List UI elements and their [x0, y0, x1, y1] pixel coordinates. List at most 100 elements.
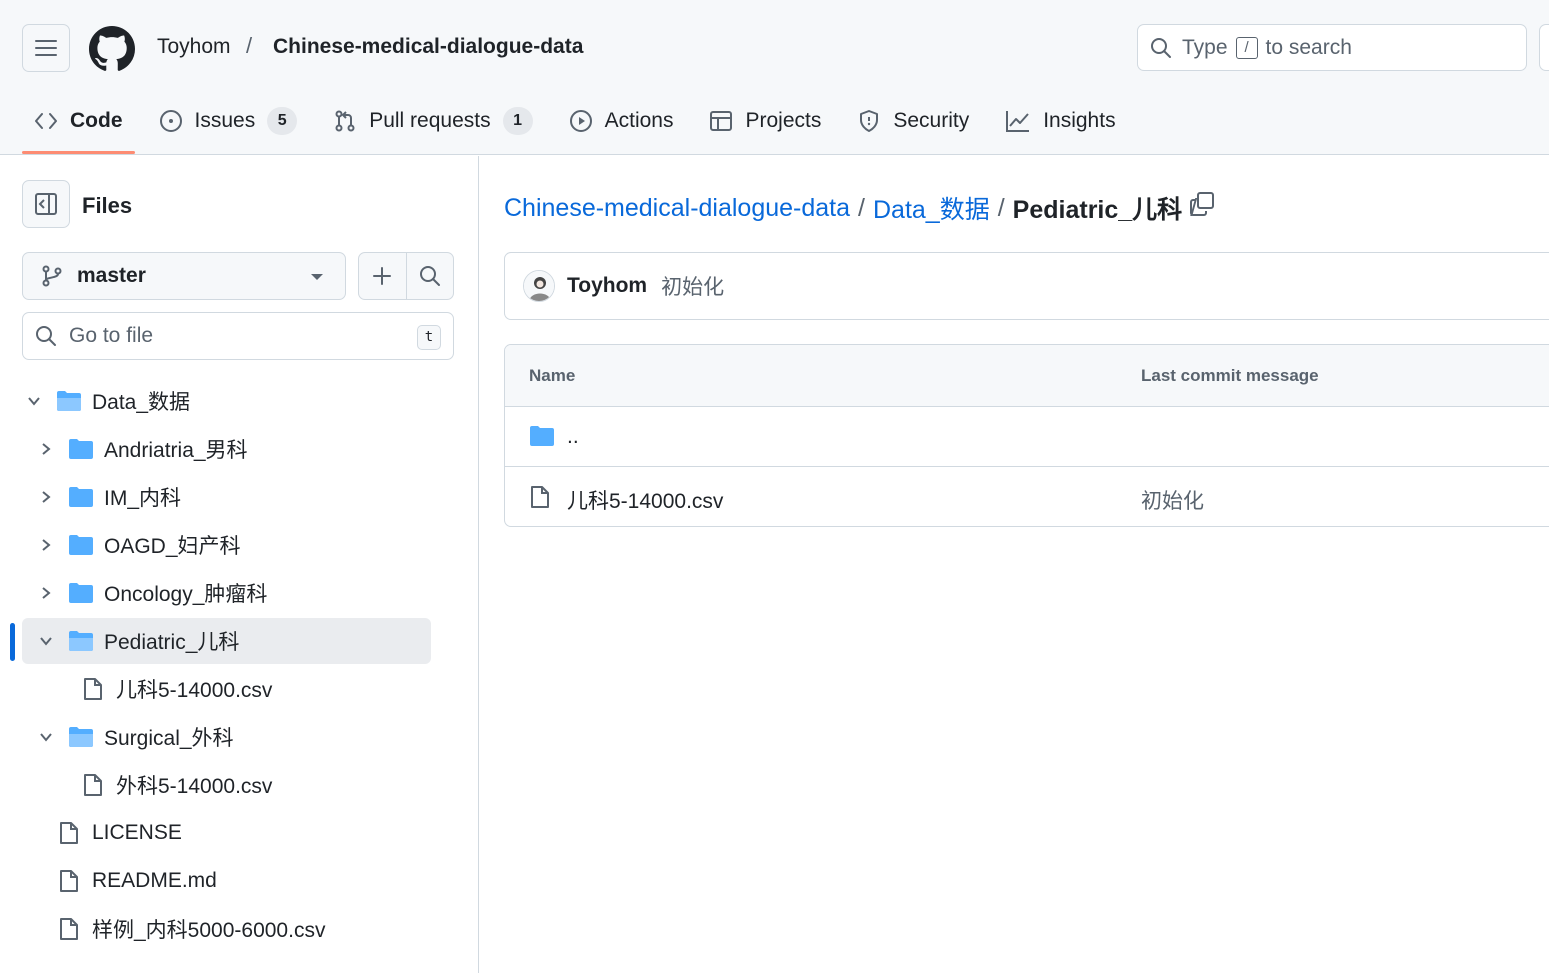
repo-name-link[interactable]: Chinese-medical-dialogue-data [273, 35, 583, 59]
tab-projects[interactable]: Projects [697, 96, 833, 146]
commit-author-link[interactable]: Toyhom [567, 274, 647, 298]
sidebar-collapse-icon [35, 193, 57, 215]
code-icon [35, 113, 57, 129]
branch-selector[interactable]: master [22, 252, 346, 300]
plus-icon [373, 267, 392, 285]
issue-icon [159, 110, 182, 132]
table-row[interactable]: .. [505, 407, 1549, 467]
breadcrumb-repo-link[interactable]: Chinese-medical-dialogue-data [504, 194, 850, 223]
chevron-right-icon[interactable] [34, 533, 58, 557]
tree-item-oagd[interactable]: OAGD_妇产科 [22, 522, 431, 568]
file-icon [529, 485, 551, 515]
tree-item-surgical-csv[interactable]: 外科5-14000.csv [22, 762, 431, 808]
folder-icon [68, 437, 94, 461]
folder-icon [529, 425, 555, 453]
chevron-right-icon[interactable] [34, 581, 58, 605]
collapse-sidebar-button[interactable] [22, 180, 70, 228]
tree-item-data[interactable]: Data_数据 [22, 378, 431, 424]
add-file-button[interactable] [359, 253, 406, 299]
tree-item-oncology[interactable]: Oncology_肿瘤科 [22, 570, 431, 616]
tab-pull-requests-label: Pull requests [369, 109, 491, 132]
chevron-right-icon[interactable] [34, 437, 58, 461]
table-row[interactable]: 儿科5-14000.csv 初始化 [505, 467, 1549, 526]
commit-message-link[interactable]: 初始化 [661, 271, 724, 301]
breadcrumb-separator: / [858, 193, 865, 222]
play-icon [569, 110, 592, 132]
tab-pull-requests[interactable]: Pull requests 1 [321, 96, 544, 146]
pull-request-icon [335, 110, 355, 132]
tree-item-label: OAGD_妇产科 [104, 535, 241, 558]
tab-insights-label: Insights [1043, 109, 1116, 132]
file-name-link[interactable]: 儿科5-14000.csv [567, 485, 723, 515]
breadcrumb-data-link[interactable]: Data_数据 [873, 190, 990, 226]
menu-button[interactable] [22, 24, 70, 72]
file-table: Name Last commit message .. 儿科5-14000.cs… [504, 344, 1549, 527]
tree-item-label: Surgical_外科 [104, 727, 234, 750]
search-files-button[interactable] [405, 253, 453, 299]
file-icon [56, 869, 82, 893]
issues-count-badge: 5 [267, 107, 298, 135]
tab-security[interactable]: Security [845, 96, 981, 146]
chevron-right-icon[interactable] [34, 485, 58, 509]
copy-path-button[interactable] [1186, 188, 1218, 220]
tree-item-label: IM_内科 [104, 487, 182, 510]
tab-code[interactable]: Code [22, 96, 135, 154]
tab-security-label: Security [893, 109, 970, 132]
repo-owner-link[interactable]: Toyhom [157, 35, 231, 59]
breadcrumb-current: Pediatric_儿科 [1012, 196, 1183, 224]
global-search-input[interactable]: Type / to search [1137, 24, 1527, 71]
column-header-message: Last commit message [1141, 366, 1319, 385]
tree-item-im[interactable]: IM_内科 [22, 474, 431, 520]
search-icon [36, 326, 56, 346]
tree-item-label: LICENSE [92, 821, 182, 844]
breadcrumb: Chinese-medical-dialogue-data / Data_数据 … [504, 190, 1205, 226]
row-commit-message[interactable]: 初始化 [1141, 485, 1204, 515]
chevron-down-icon[interactable] [34, 629, 58, 653]
tree-item-label: 样例_内科5000-6000.csv [92, 919, 326, 942]
chevron-down-icon [311, 274, 323, 280]
file-icon [56, 821, 82, 845]
shield-icon [860, 110, 879, 132]
hamburger-icon [35, 40, 57, 56]
go-to-file-input[interactable]: Go to file t [22, 312, 454, 360]
tree-item-surgical[interactable]: Surgical_外科 [22, 714, 431, 760]
header-overflow-button[interactable] [1539, 24, 1549, 71]
folder-icon [68, 533, 94, 557]
folder-icon [68, 581, 94, 605]
file-icon [80, 773, 106, 797]
tree-item-readme[interactable]: README.md [22, 858, 431, 904]
tab-code-label: Code [70, 109, 123, 132]
tree-item-andriatria[interactable]: Andriatria_男科 [22, 426, 431, 472]
tree-item-label: 外科5-14000.csv [116, 775, 273, 798]
tree-item-pediatric[interactable]: Pediatric_儿科 [22, 618, 431, 664]
search-icon [419, 266, 440, 286]
column-header-name: Name [529, 366, 576, 385]
selected-indicator [10, 623, 15, 661]
avatar[interactable] [523, 270, 555, 302]
owner-repo-separator: / [246, 33, 253, 58]
tab-issues[interactable]: Issues 5 [147, 96, 310, 146]
chevron-down-icon[interactable] [22, 389, 46, 413]
chevron-down-icon[interactable] [34, 725, 58, 749]
tab-actions[interactable]: Actions [557, 96, 686, 146]
github-logo-icon[interactable] [89, 26, 135, 72]
tree-item-license[interactable]: LICENSE [22, 810, 431, 856]
file-tree-sidebar: Files master Go to file t Data_数据 Andria… [0, 156, 479, 973]
folder-open-icon [56, 389, 82, 413]
tree-item-label: Oncology_肿瘤科 [104, 583, 268, 606]
search-shortcut-key: / [1235, 36, 1258, 59]
tree-item-sample-csv[interactable]: 样例_内科5000-6000.csv [22, 906, 431, 952]
folder-open-icon [68, 629, 94, 653]
parent-directory-link[interactable]: .. [567, 425, 579, 449]
tree-item-label: 儿科5-14000.csv [116, 679, 273, 702]
tree-item-label: Data_数据 [92, 391, 191, 414]
search-prefix-text: Type [1182, 35, 1228, 59]
file-icon [56, 917, 82, 941]
avatar-image-icon [524, 271, 554, 301]
breadcrumb-separator: / [997, 193, 1005, 222]
tree-item-pediatric-csv[interactable]: 儿科5-14000.csv [22, 666, 431, 712]
tab-insights[interactable]: Insights [993, 96, 1127, 146]
branch-name: master [77, 264, 146, 287]
branch-icon [42, 265, 62, 287]
graph-icon [1006, 111, 1030, 132]
